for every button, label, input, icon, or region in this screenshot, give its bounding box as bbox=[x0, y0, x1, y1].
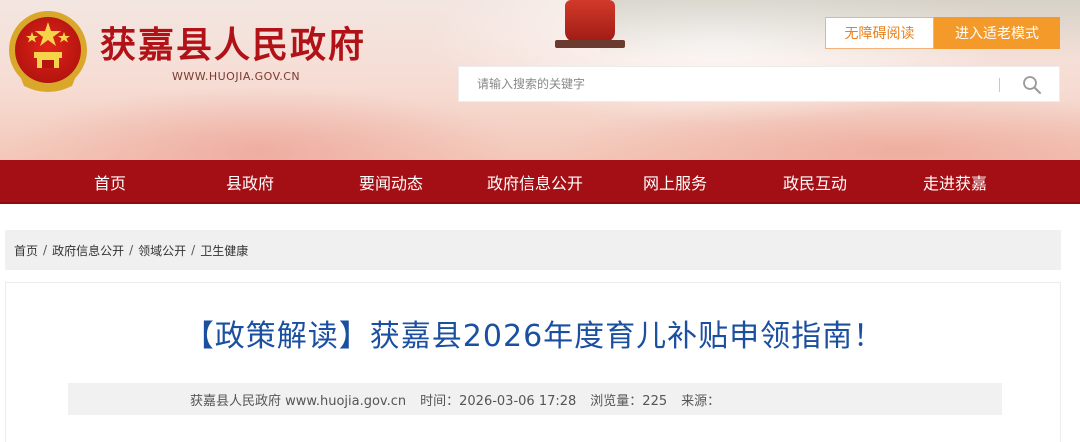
header-sculpture bbox=[565, 0, 615, 42]
breadcrumb-domain[interactable]: 领域公开 bbox=[138, 242, 186, 259]
article-source: 来源： bbox=[681, 393, 721, 409]
article-meta-bar: 获嘉县人民政府 www.huojia.gov.cn 时间：2026-03-06 … bbox=[68, 383, 1002, 415]
nav-item-online-services[interactable]: 网上服务 bbox=[620, 160, 730, 204]
nav-item-county-government[interactable]: 县政府 bbox=[200, 160, 300, 204]
article-title: 【政策解读】获嘉县2026年度育儿补贴申领指南！ bbox=[183, 319, 885, 354]
search-input[interactable] bbox=[459, 67, 999, 101]
elder-mode-button[interactable]: 进入适老模式 bbox=[934, 17, 1060, 49]
search-divider bbox=[999, 78, 1000, 92]
breadcrumb: 首页 / 政府信息公开 / 领域公开 / 卫生健康 bbox=[5, 230, 1061, 270]
site-header: 获嘉县人民政府 WWW.HUOJIA.GOV.CN 无障碍阅读 进入适老模式 bbox=[0, 0, 1080, 160]
search-box bbox=[458, 66, 1060, 102]
nav-item-news[interactable]: 要闻动态 bbox=[336, 160, 446, 204]
breadcrumb-home[interactable]: 首页 bbox=[14, 242, 38, 259]
site-name: 获嘉县人民政府 bbox=[100, 24, 367, 66]
accessibility-reading-button[interactable]: 无障碍阅读 bbox=[825, 17, 934, 49]
breadcrumb-health[interactable]: 卫生健康 bbox=[200, 242, 248, 259]
site-url: WWW.HUOJIA.GOV.CN bbox=[172, 70, 301, 83]
nav-item-about-huojia[interactable]: 走进获嘉 bbox=[900, 160, 1010, 204]
nav-item-home[interactable]: 首页 bbox=[60, 160, 160, 204]
breadcrumb-separator: / bbox=[129, 243, 134, 257]
nav-item-gov-info-disclosure[interactable]: 政府信息公开 bbox=[470, 160, 600, 204]
article-views: 浏览量：225 bbox=[590, 393, 668, 409]
nav-item-interaction[interactable]: 政民互动 bbox=[760, 160, 870, 204]
search-icon[interactable] bbox=[1021, 74, 1043, 96]
national-emblem-icon bbox=[9, 11, 87, 92]
breadcrumb-separator: / bbox=[191, 243, 196, 257]
article-time: 时间：2026-03-06 17:28 bbox=[420, 393, 577, 409]
article: 【政策解读】获嘉县2026年度育儿补贴申领指南！ 获嘉县人民政府 www.huo… bbox=[5, 282, 1061, 442]
article-publisher: 获嘉县人民政府 www.huojia.gov.cn bbox=[190, 393, 407, 409]
main-nav: 首页 县政府 要闻动态 政府信息公开 网上服务 政民互动 走进获嘉 bbox=[0, 160, 1080, 204]
breadcrumb-gov-info[interactable]: 政府信息公开 bbox=[52, 242, 124, 259]
breadcrumb-separator: / bbox=[43, 243, 48, 257]
header-sculpture-base bbox=[555, 40, 625, 48]
